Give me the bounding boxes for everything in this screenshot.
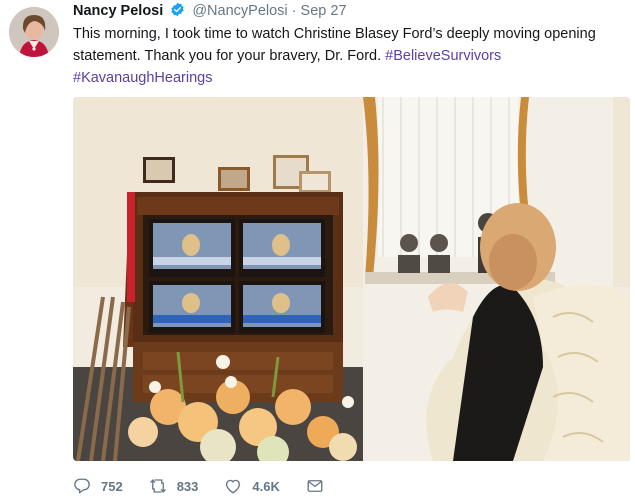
tweet-text-line3: #KavanaughHearings: [73, 67, 628, 89]
author-handle[interactable]: @NancyPelosi: [192, 3, 287, 19]
direct-message-button[interactable]: [306, 477, 334, 495]
like-count: 4.6K: [252, 478, 280, 494]
tweet-text-line2: statement. Thank you for your bravery, D…: [73, 45, 628, 67]
retweet-count: 833: [176, 478, 199, 494]
direct-message-icon: [307, 480, 323, 492]
retweet-button[interactable]: 833: [149, 477, 199, 495]
tweet-text-line1: This morning, I took time to watch Chris…: [73, 26, 596, 42]
tweet-photo[interactable]: [73, 97, 630, 461]
author-avatar[interactable]: [9, 7, 59, 57]
reply-icon: [74, 478, 90, 494]
header-separator: ·: [291, 3, 297, 19]
tweet-header: Nancy Pelosi @NancyPelosi · Sep 27: [73, 2, 347, 20]
reply-button[interactable]: 752: [73, 477, 123, 495]
tweet-date[interactable]: Sep 27: [301, 3, 347, 19]
like-icon: [226, 479, 241, 494]
tweet-actions: 752 833 4.6K: [73, 474, 360, 498]
retweet-icon: [149, 479, 166, 493]
like-button[interactable]: 4.6K: [224, 477, 280, 495]
hashtag-believesurvivors[interactable]: #BelieveSurvivors: [385, 48, 501, 64]
verified-badge-icon: [170, 2, 185, 17]
hashtag-kavanaughhearings[interactable]: #KavanaughHearings: [73, 70, 212, 86]
tweet-text: This morning, I took time to watch Chris…: [73, 23, 628, 89]
reply-count: 752: [101, 478, 123, 494]
author-name[interactable]: Nancy Pelosi: [73, 3, 163, 19]
tweet-text-plain: statement. Thank you for your bravery, D…: [73, 48, 386, 64]
